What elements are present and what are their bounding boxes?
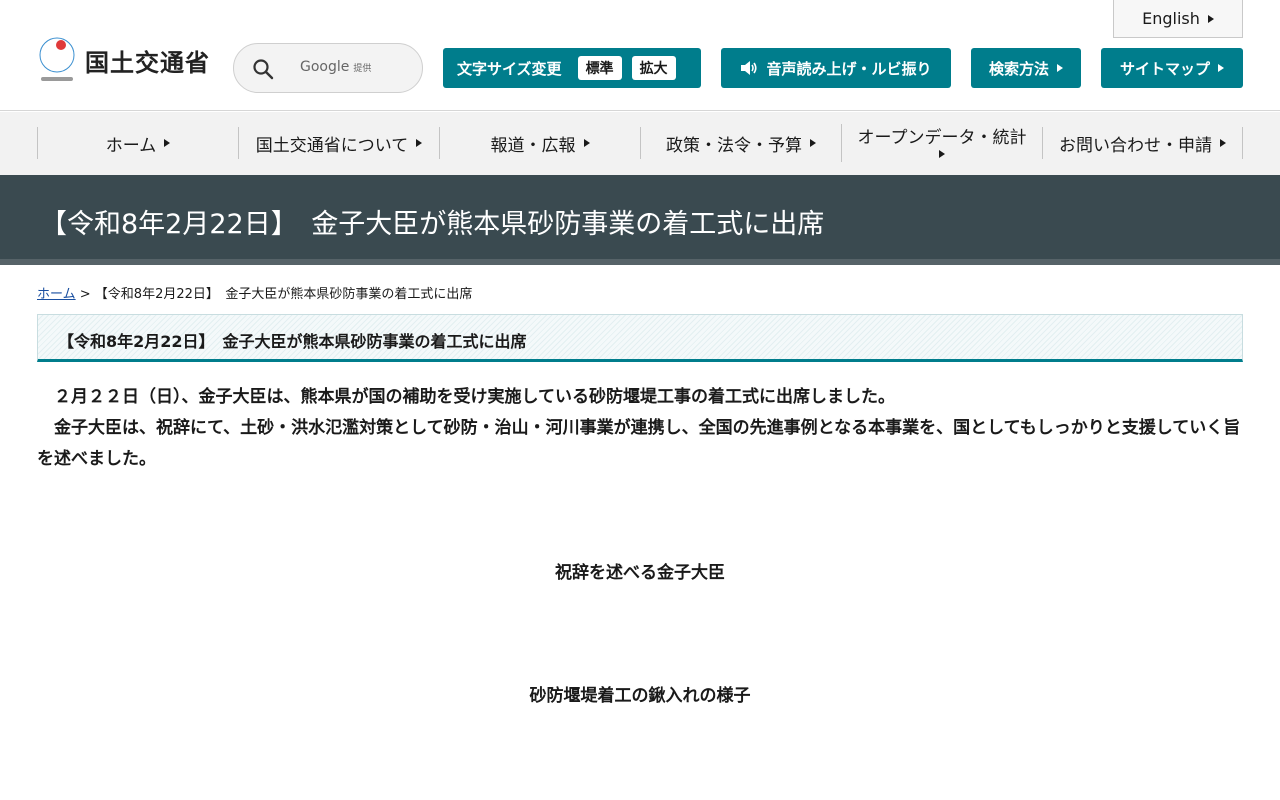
page-title: 【令和8年2月22日】 金子大臣が熊本県砂防事業の着工式に出席: [40, 209, 825, 240]
search-method-button[interactable]: 検索方法: [971, 48, 1081, 88]
triangle-right-icon: [1057, 64, 1063, 72]
search-icon[interactable]: [252, 58, 274, 80]
sitemap-button[interactable]: サイトマップ: [1101, 48, 1243, 88]
site-search-box[interactable]: Google 提供: [233, 43, 423, 93]
nav-item-label: 政策・法令・予算: [666, 135, 802, 156]
mlit-logo-icon: [39, 37, 75, 81]
speech-ruby-button[interactable]: 音声読み上げ・ルビ振り: [721, 48, 951, 88]
speaker-icon: [741, 61, 758, 75]
global-nav: ホーム 国土交通省について 報道・広報 政策・法令・予算 オープンデータ・統計 …: [0, 112, 1280, 175]
breadcrumb-current: 【令和8年2月22日】 金子大臣が熊本県砂防事業の着工式に出席: [94, 287, 473, 302]
triangle-right-icon: [416, 139, 423, 147]
site-logo[interactable]: 国土交通省: [37, 37, 210, 83]
search-method-label: 検索方法: [988, 59, 1049, 78]
site-header: 国土交通省 Google 提供 English 文字サイズ変更 標準 拡大 音声読…: [0, 0, 1280, 111]
triangle-right-icon: [939, 150, 945, 158]
font-size-switcher: 文字サイズ変更 標準 拡大: [443, 48, 701, 88]
nav-item-label: 報道・広報: [490, 135, 576, 156]
nav-item-about[interactable]: 国土交通省について: [238, 127, 439, 159]
font-size-label: 文字サイズ変更: [457, 59, 562, 78]
speech-ruby-label: 音声読み上げ・ルビ振り: [766, 59, 932, 78]
font-size-large-button[interactable]: 拡大: [631, 56, 676, 80]
article-paragraph: ２月２２日（日）、金子大臣は、熊本県が国の補助を受け実施している砂防堰堤工事の着…: [54, 387, 895, 407]
page-title-band: 【令和8年2月22日】 金子大臣が熊本県砂防事業の着工式に出席: [0, 175, 1280, 265]
triangle-right-icon: [1218, 64, 1224, 72]
nav-item-opendata[interactable]: オープンデータ・統計: [841, 124, 1042, 162]
nav-item-label: 国土交通省について: [255, 135, 409, 156]
article-heading-box: 【令和8年2月22日】 金子大臣が熊本県砂防事業の着工式に出席: [37, 314, 1243, 362]
nav-item-contact[interactable]: お問い合わせ・申請: [1042, 127, 1243, 159]
sitemap-label: サイトマップ: [1119, 59, 1210, 78]
triangle-right-icon: [1207, 14, 1214, 23]
nav-item-label: ホーム: [105, 135, 157, 156]
photo-caption: 祝辞を述べる金子大臣: [555, 563, 725, 583]
triangle-right-icon: [1220, 139, 1226, 147]
english-link[interactable]: English: [1113, 0, 1243, 38]
nav-item-home[interactable]: ホーム: [37, 127, 238, 159]
triangle-right-icon: [164, 139, 171, 147]
photo-caption: 砂防堰堤着工の鍬入れの様子: [529, 686, 751, 706]
article-heading: 【令和8年2月22日】 金子大臣が熊本県砂防事業の着工式に出席: [58, 332, 527, 351]
nav-item-label: オープンデータ・統計: [857, 128, 1027, 148]
font-size-standard-button[interactable]: 標準: [577, 56, 622, 80]
article-paragraph: 金子大臣は、祝辞にて、土砂・洪水氾濫対策として砂防・治山・河川事業が連携し、全国…: [37, 418, 1241, 469]
triangle-right-icon: [583, 139, 590, 147]
nav-item-policy[interactable]: 政策・法令・予算: [640, 127, 841, 159]
nav-item-label: お問い合わせ・申請: [1059, 135, 1212, 156]
nav-item-press[interactable]: 報道・広報: [439, 127, 640, 159]
logo-text: 国土交通省: [85, 48, 210, 77]
english-label: English: [1142, 9, 1200, 28]
article-body: ２月２２日（日）、金子大臣は、熊本県が国の補助を受け実施している砂防堰堤工事の着…: [37, 382, 1247, 475]
search-provider-label: Google 提供: [300, 59, 372, 75]
breadcrumb-separator: >: [75, 287, 95, 302]
triangle-right-icon: [810, 139, 816, 147]
breadcrumb-home-link[interactable]: ホーム: [37, 287, 76, 302]
breadcrumb: ホーム > 【令和8年2月22日】 金子大臣が熊本県砂防事業の着工式に出席: [37, 283, 472, 302]
